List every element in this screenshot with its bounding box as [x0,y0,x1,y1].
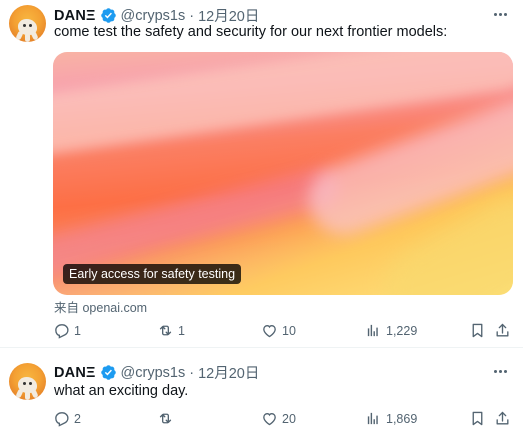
link-card-image[interactable]: Early access for safety testing [53,52,513,295]
share-icon [494,410,511,427]
author-name[interactable]: DANΞ [54,8,96,24]
bookmark-icon [469,410,486,427]
tweet[interactable]: DANΞ @cryps1s · 12月20日 come test the saf… [0,0,523,347]
reply-count: 1 [74,323,81,338]
like-button[interactable]: 20 [261,410,296,427]
retweet-count: 1 [178,323,185,338]
tweet-actions: 2 20 1,869 [0,410,523,430]
retweet-button[interactable]: 1 [157,322,185,339]
reply-icon [53,410,70,427]
tweet-text: come test the safety and security for ou… [54,24,448,40]
reply-icon [53,322,70,339]
tweet-text: what an exciting day. [54,383,189,399]
separator-dot: · [189,364,195,381]
reply-button[interactable]: 2 [53,410,81,427]
bookmark-icon [469,322,486,339]
view-count: 1,869 [386,411,418,426]
retweet-icon [157,410,174,427]
heart-icon [261,410,278,427]
like-count: 10 [282,323,296,338]
retweet-button[interactable] [157,410,178,427]
reply-count: 2 [74,411,81,426]
share-icon [494,322,511,339]
separator-dot: · [189,7,195,24]
like-count: 20 [282,411,296,426]
views-chart-icon [365,322,382,339]
like-button[interactable]: 10 [261,322,296,339]
link-source[interactable]: 来自 openai.com [54,297,147,316]
verified-badge-icon [100,364,117,381]
verified-badge-icon [100,7,117,24]
share-button[interactable] [494,322,511,339]
more-dots-icon[interactable] [491,5,509,23]
views-chart-icon [365,410,382,427]
retweet-icon [157,322,174,339]
view-count: 1,229 [386,323,418,338]
avatar[interactable] [9,5,46,42]
tweet-actions: 1 1 10 1,229 [0,322,523,342]
share-button[interactable] [494,410,511,427]
author-handle[interactable]: @cryps1s [121,8,186,24]
reply-button[interactable]: 1 [53,322,81,339]
more-dots-icon[interactable] [491,362,509,380]
heart-icon [261,322,278,339]
author-handle[interactable]: @cryps1s [121,365,186,381]
tweet[interactable]: DANΞ @cryps1s · 12月20日 what an exciting … [0,347,523,435]
bookmark-button[interactable] [469,322,486,339]
views-button[interactable]: 1,869 [365,410,417,427]
tweet-date[interactable]: 12月20日 [198,362,259,383]
bookmark-button[interactable] [469,410,486,427]
author-name[interactable]: DANΞ [54,365,96,381]
views-button[interactable]: 1,229 [365,322,417,339]
tweet-header: DANΞ @cryps1s · 12月20日 [54,362,259,383]
avatar[interactable] [9,363,46,400]
media-caption: Early access for safety testing [63,264,242,284]
